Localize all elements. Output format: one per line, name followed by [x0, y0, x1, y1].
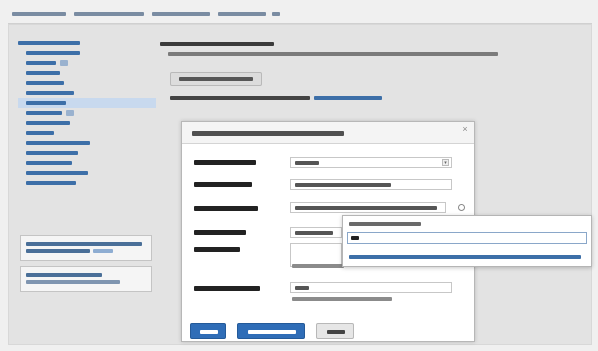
sidebar-item[interactable]: [18, 178, 156, 188]
count-badge: [66, 110, 74, 116]
save-button[interactable]: [190, 323, 226, 339]
value-field[interactable]: [290, 227, 342, 238]
save-and-continue-button[interactable]: [237, 323, 305, 339]
field-label: [194, 160, 256, 165]
sidebar-info-box: [20, 235, 152, 261]
field-label: [194, 247, 240, 252]
type-select[interactable]: ▾: [290, 157, 452, 168]
sidebar-item[interactable]: [18, 138, 156, 148]
info-note: [170, 94, 390, 102]
field-hint: [292, 264, 344, 268]
sidebar-item[interactable]: [18, 118, 156, 128]
toolbar-button[interactable]: [170, 72, 262, 86]
sidebar-item[interactable]: [18, 48, 156, 58]
breadcrumb-link[interactable]: [12, 12, 66, 16]
page-heading: [160, 40, 560, 70]
sidebar-item[interactable]: [18, 108, 156, 118]
sidebar-item[interactable]: [18, 158, 156, 168]
field-label: [194, 182, 252, 187]
path-field[interactable]: [290, 202, 446, 213]
sidebar-help-box: [20, 266, 152, 292]
breadcrumb-link[interactable]: [218, 12, 266, 16]
count-badge: [60, 60, 68, 66]
autocomplete-popup: [342, 215, 592, 267]
chevron-down-icon: ▾: [442, 159, 449, 166]
dialog-header: ×: [182, 122, 474, 144]
sidebar-item[interactable]: [18, 168, 156, 178]
sidebar-item-active[interactable]: [18, 98, 156, 108]
breadcrumb: [12, 8, 312, 20]
field-label: [194, 230, 246, 235]
name-field[interactable]: [290, 179, 452, 190]
close-icon[interactable]: ×: [460, 124, 470, 134]
sidebar-item[interactable]: [18, 78, 156, 88]
date-field[interactable]: [290, 282, 452, 293]
sidebar-item[interactable]: [18, 128, 156, 138]
breadcrumb-link[interactable]: [152, 12, 210, 16]
field-label: [194, 206, 258, 211]
breadcrumb-link[interactable]: [74, 12, 144, 16]
sidebar-item[interactable]: [18, 68, 156, 78]
autocomplete-input[interactable]: [347, 232, 587, 244]
help-icon[interactable]: [458, 204, 465, 211]
autocomplete-suggestion[interactable]: [349, 255, 581, 259]
breadcrumb-link[interactable]: [272, 12, 280, 16]
field-label: [194, 286, 260, 291]
sidebar-item[interactable]: [18, 88, 156, 98]
sidebar-item[interactable]: [18, 148, 156, 158]
sidebar-item[interactable]: [18, 58, 156, 68]
sidebar-section-header[interactable]: [18, 38, 156, 48]
cancel-button[interactable]: [316, 323, 354, 339]
field-hint: [292, 297, 392, 301]
sidebar: [18, 38, 156, 188]
